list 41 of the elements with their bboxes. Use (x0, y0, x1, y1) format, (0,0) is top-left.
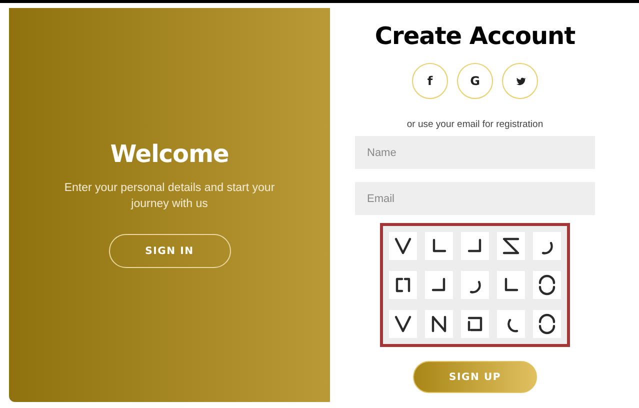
social-button[interactable]: f (412, 63, 448, 99)
registration-hint: or use your email for registration (406, 119, 544, 130)
corner-icon (432, 238, 446, 252)
broken-ring-icon (538, 274, 556, 296)
captcha-tile[interactable] (497, 271, 525, 299)
social-button[interactable] (502, 63, 538, 99)
captcha-tile[interactable] (533, 271, 561, 299)
captcha-tile[interactable] (533, 310, 561, 338)
arc-icon (542, 242, 553, 254)
welcome-title: Welcome (110, 140, 229, 168)
captcha-tile[interactable] (425, 232, 453, 260)
captcha-tile[interactable] (461, 310, 489, 338)
captcha-tile[interactable] (461, 232, 489, 260)
arc-icon (470, 280, 481, 294)
captcha-tile[interactable] (389, 232, 417, 260)
captcha-tile[interactable] (389, 271, 417, 299)
z-shape-icon (502, 238, 520, 254)
v-shape-icon (394, 316, 412, 332)
captcha-tile[interactable] (389, 310, 417, 338)
corner-icon (504, 278, 518, 292)
arc-icon (508, 318, 518, 332)
sign-in-button[interactable]: SIGN IN (108, 234, 230, 268)
captcha-tile[interactable] (461, 271, 489, 299)
v-shape-icon (394, 238, 412, 254)
captcha-tile[interactable] (497, 310, 525, 338)
bracket-icon (396, 278, 410, 292)
captcha-tile[interactable] (533, 232, 561, 260)
bird-icon (514, 76, 526, 86)
square-outline-icon (468, 316, 482, 332)
corner-icon (432, 278, 446, 292)
captcha-tile[interactable] (425, 310, 453, 338)
corner-icon (468, 238, 482, 252)
captcha-tile[interactable] (425, 271, 453, 299)
broken-ring-icon (538, 314, 556, 334)
welcome-message: Enter your personal details and start your journey with us (63, 181, 276, 212)
captcha-tile[interactable] (497, 232, 525, 260)
input-field[interactable]: Email (355, 182, 595, 215)
form-title: Create Account (374, 22, 576, 50)
n-shape-icon (432, 316, 446, 332)
social-button[interactable]: G (457, 63, 493, 99)
input-field[interactable]: Name (355, 136, 595, 169)
